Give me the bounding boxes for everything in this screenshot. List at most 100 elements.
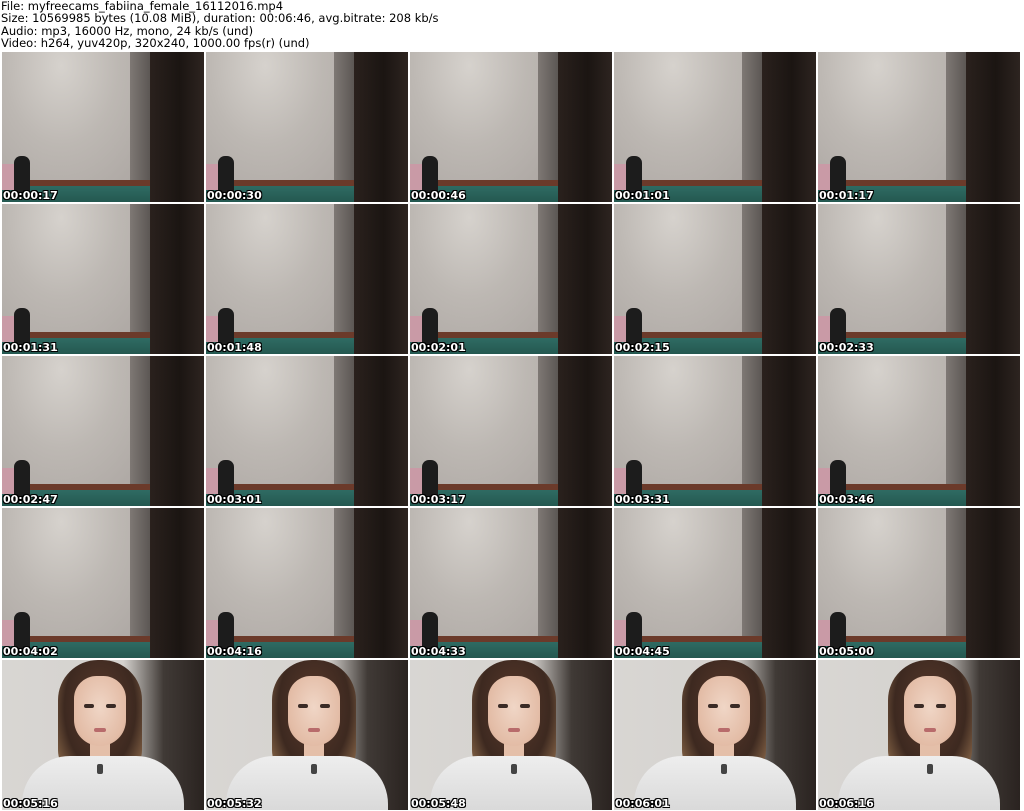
thumbnail-tile[interactable]: 00:03:31 <box>614 356 816 506</box>
bed-edge <box>818 164 830 190</box>
lips <box>94 728 106 732</box>
wall-shadow <box>742 204 762 342</box>
timestamp-label: 00:05:48 <box>411 797 466 810</box>
thumbnail-tile[interactable]: 00:02:47 <box>2 356 204 506</box>
right-eye <box>106 704 116 708</box>
door <box>966 52 1020 202</box>
timestamp-label: 00:03:31 <box>615 493 670 506</box>
bed-edge <box>410 620 422 646</box>
bed-edge <box>818 316 830 342</box>
right-eye <box>320 704 330 708</box>
size-line: Size: 10569985 bytes (10.08 MiB), durati… <box>1 11 439 26</box>
wall-shadow <box>946 52 966 190</box>
left-eye <box>708 704 718 708</box>
timestamp-label: 00:04:45 <box>615 645 670 658</box>
timestamp-label: 00:01:31 <box>3 341 58 354</box>
bed-edge <box>410 164 422 190</box>
wall-shadow <box>130 52 150 190</box>
timestamp-label: 00:02:01 <box>411 341 466 354</box>
thumbnail-tile[interactable]: 00:02:15 <box>614 204 816 354</box>
thumbnail-tile[interactable]: 00:01:01 <box>614 52 816 202</box>
thumbnail-tile[interactable]: 00:04:02 <box>2 508 204 658</box>
right-eye <box>520 704 530 708</box>
timestamp-label: 00:01:48 <box>207 341 262 354</box>
pendant <box>311 764 317 774</box>
door <box>966 508 1020 658</box>
thumbnail-tile[interactable]: 00:01:48 <box>206 204 408 354</box>
thumbnail-tile[interactable]: 00:05:48 <box>410 660 612 810</box>
timestamp-label: 00:03:17 <box>411 493 466 506</box>
thumbnail-tile[interactable]: 00:03:46 <box>818 356 1020 506</box>
bed-edge <box>2 316 14 342</box>
wall-shadow <box>946 204 966 342</box>
timestamp-label: 00:01:17 <box>819 189 874 202</box>
door <box>762 204 816 354</box>
thumbnail-tile[interactable]: 00:05:00 <box>818 508 1020 658</box>
thumbnail-tile[interactable]: 00:00:17 <box>2 52 204 202</box>
thumbnail-tile[interactable]: 00:05:32 <box>206 660 408 810</box>
door <box>762 356 816 506</box>
timestamp-label: 00:02:33 <box>819 341 874 354</box>
bed-edge <box>206 164 218 190</box>
thumbnail-tile[interactable]: 00:02:33 <box>818 204 1020 354</box>
thumbnail-tile[interactable]: 00:02:01 <box>410 204 612 354</box>
door <box>354 356 408 506</box>
pendant <box>721 764 727 774</box>
wall-shadow <box>130 356 150 494</box>
timestamp-label: 00:03:46 <box>819 493 874 506</box>
thumbnail-tile[interactable]: 00:00:46 <box>410 52 612 202</box>
lips <box>718 728 730 732</box>
lips <box>508 728 520 732</box>
right-eye <box>730 704 740 708</box>
wall-shadow <box>334 356 354 494</box>
door <box>354 52 408 202</box>
face <box>904 676 956 746</box>
pendant <box>97 764 103 774</box>
thumbnail-tile[interactable]: 00:01:31 <box>2 204 204 354</box>
bed-edge <box>2 164 14 190</box>
video-line: Video: h264, yuv420p, 320x240, 1000.00 f… <box>1 36 310 51</box>
thumbnail-tile[interactable]: 00:03:01 <box>206 356 408 506</box>
timestamp-label: 00:01:01 <box>615 189 670 202</box>
door <box>354 508 408 658</box>
wall-shadow <box>538 204 558 342</box>
wall-shadow <box>334 508 354 646</box>
pendant <box>927 764 933 774</box>
wall-shadow <box>946 508 966 646</box>
wall-shadow <box>742 356 762 494</box>
bed-edge <box>818 468 830 494</box>
door <box>150 52 204 202</box>
thumbnail-tile[interactable]: 00:00:30 <box>206 52 408 202</box>
thumbnail-tile[interactable]: 00:06:16 <box>818 660 1020 810</box>
bed-edge <box>2 620 14 646</box>
bed-edge <box>206 620 218 646</box>
timestamp-label: 00:00:46 <box>411 189 466 202</box>
face <box>74 676 126 746</box>
door <box>150 508 204 658</box>
timestamp-label: 00:05:32 <box>207 797 262 810</box>
thumbnail-tile[interactable]: 00:04:45 <box>614 508 816 658</box>
file-info-header: File: myfreecams_fabiina_female_16112016… <box>0 0 1024 50</box>
bed-edge <box>614 164 626 190</box>
thumbnail-tile[interactable]: 00:04:33 <box>410 508 612 658</box>
thumbnail-tile[interactable]: 00:05:16 <box>2 660 204 810</box>
bed-edge <box>2 468 14 494</box>
wall-shadow <box>742 508 762 646</box>
thumbnail-tile[interactable]: 00:06:01 <box>614 660 816 810</box>
thumbnail-tile[interactable]: 00:04:16 <box>206 508 408 658</box>
timestamp-label: 00:06:16 <box>819 797 874 810</box>
wall-shadow <box>946 356 966 494</box>
bed-edge <box>818 620 830 646</box>
thumbnail-tile[interactable]: 00:01:17 <box>818 52 1020 202</box>
thumbnail-grid: 00:00:17 00:00:30 00:00:46 00:01:01 00:01:17… <box>2 52 1020 810</box>
wall-shadow <box>538 356 558 494</box>
thumbnail-tile[interactable]: 00:03:17 <box>410 356 612 506</box>
door <box>558 204 612 354</box>
timestamp-label: 00:04:33 <box>411 645 466 658</box>
wall-shadow <box>130 204 150 342</box>
right-eye <box>936 704 946 708</box>
bed-edge <box>206 468 218 494</box>
timestamp-label: 00:00:30 <box>207 189 262 202</box>
timestamp-label: 00:05:16 <box>3 797 58 810</box>
door <box>558 508 612 658</box>
